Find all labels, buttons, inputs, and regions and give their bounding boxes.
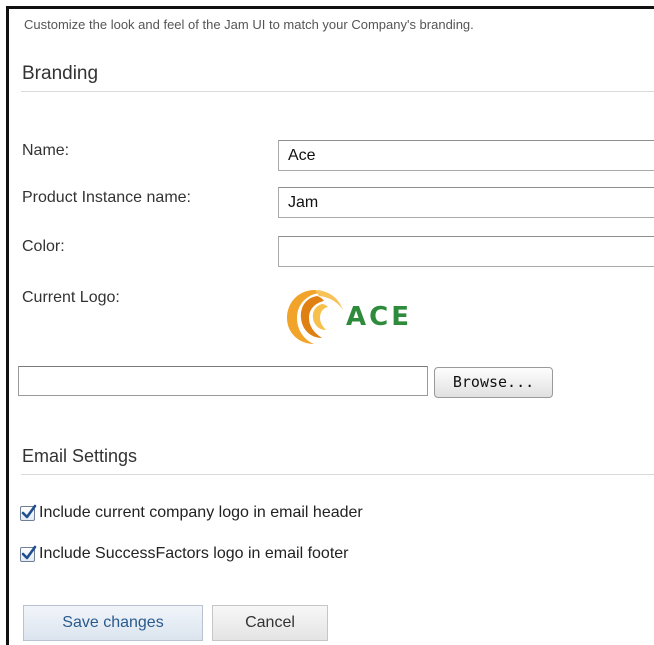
email-footer-logo-option[interactable]: Include SuccessFactors logo in email foo… [20, 544, 348, 564]
email-footer-logo-checkbox[interactable] [20, 545, 37, 562]
current-logo-label: Current Logo: [22, 289, 120, 306]
cancel-button[interactable]: Cancel [212, 605, 328, 641]
email-header-logo-option[interactable]: Include current company logo in email he… [20, 503, 363, 523]
email-footer-logo-label: Include SuccessFactors logo in email foo… [39, 545, 349, 562]
browse-button[interactable]: Browse... [434, 367, 553, 398]
logo-file-input[interactable] [18, 366, 428, 396]
color-field[interactable] [278, 236, 654, 267]
color-label: Color: [22, 238, 65, 255]
logo-text: ACE [346, 302, 412, 332]
company-logo: ACE [284, 286, 434, 348]
branding-divider [21, 91, 654, 92]
email-header-logo-checkbox[interactable] [20, 504, 37, 521]
email-settings-divider [21, 474, 654, 475]
instance-name-field[interactable] [278, 187, 654, 218]
save-changes-button[interactable]: Save changes [23, 605, 203, 641]
instance-name-label: Product Instance name: [22, 189, 191, 206]
email-settings-title: Email Settings [22, 446, 138, 466]
checkmark-icon [21, 545, 37, 559]
email-header-logo-label: Include current company logo in email he… [39, 504, 363, 521]
ace-swirl-logo-icon [287, 290, 343, 344]
page-description: Customize the look and feel of the Jam U… [24, 17, 474, 32]
name-field[interactable] [278, 140, 654, 171]
branding-section-title: Branding [22, 63, 99, 84]
checkmark-icon [21, 504, 37, 518]
name-label: Name: [22, 142, 70, 159]
branding-settings-panel: Customize the look and feel of the Jam U… [6, 6, 654, 645]
